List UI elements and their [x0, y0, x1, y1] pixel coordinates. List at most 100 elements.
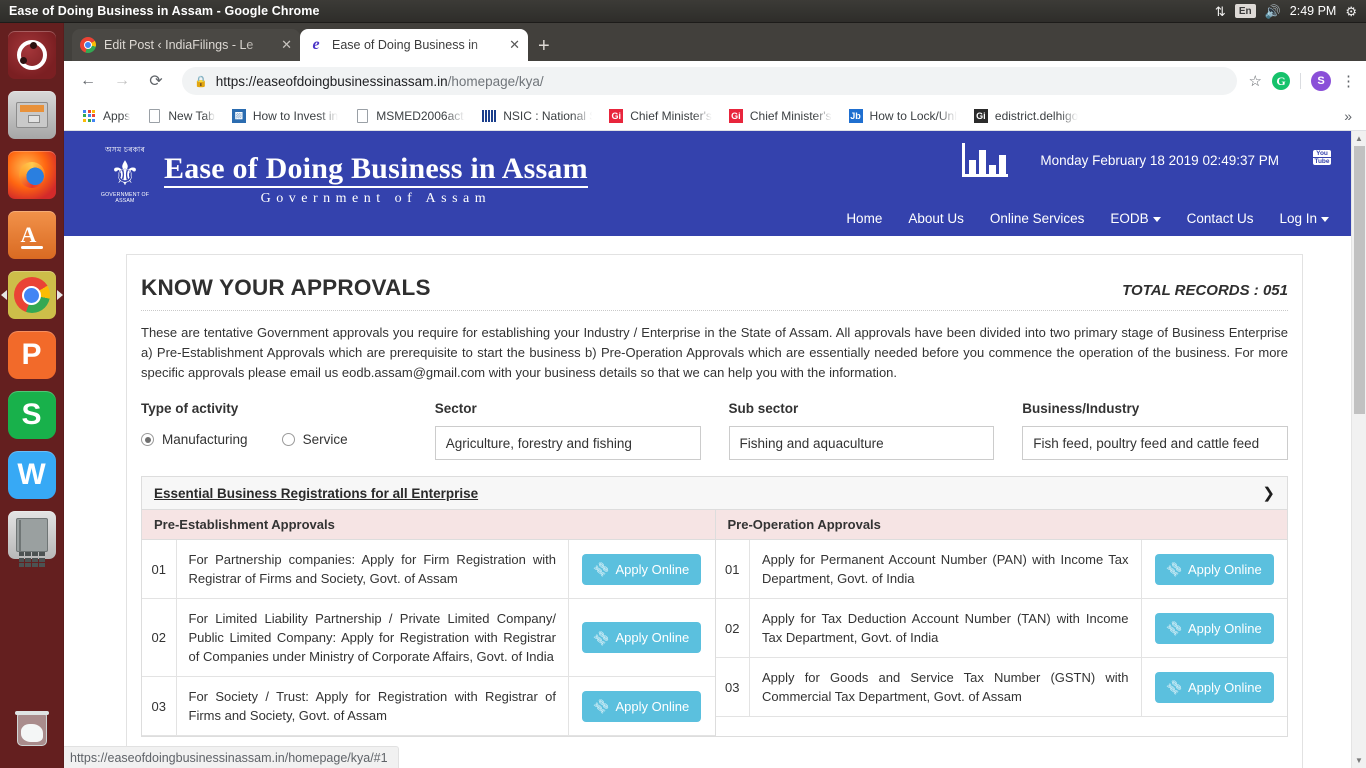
site-header: অসম চৰকাৰ ⚜ GOVERNMENT OF ASSAM Ease of …	[64, 131, 1351, 236]
ubuntu-launcher: A P S W	[0, 23, 64, 768]
table-row: 03 For Society / Trust: Apply for Regist…	[142, 677, 715, 736]
ubuntu-dash-icon[interactable]	[8, 31, 56, 79]
row-description: Apply for Permanent Account Number (PAN)…	[750, 540, 1142, 599]
bookmark-label: New Tab	[168, 109, 214, 123]
apply-online-button[interactable]: ⛓Apply Online	[582, 622, 701, 653]
subsector-select[interactable]: Fishing and aquaculture	[729, 426, 995, 460]
bookmark-new-tab[interactable]: New Tab	[139, 105, 221, 127]
kebab-menu-icon[interactable]: ⋮	[1341, 77, 1356, 86]
wps-writer-icon[interactable]: W	[8, 451, 56, 499]
bookmark-label: NSIC : National S	[503, 109, 592, 123]
apply-online-button[interactable]: ⛓Apply Online	[1155, 672, 1274, 703]
bookmark-chief-ministers-1[interactable]: Gi Chief Minister's	[601, 105, 719, 127]
chevron-down-icon[interactable]: ❯	[1262, 484, 1275, 502]
page-viewport: অসম চৰকাৰ ⚜ GOVERNMENT OF ASSAM Ease of …	[64, 131, 1366, 768]
trash-icon[interactable]	[8, 706, 56, 754]
bookmark-nsic[interactable]: NSIC : National S	[474, 105, 599, 127]
row-number: 02	[716, 599, 750, 658]
site-subtitle: Government of Assam	[164, 191, 588, 207]
nav-item-contact-us[interactable]: Contact Us	[1187, 211, 1254, 226]
forward-arrow-icon[interactable]: →	[108, 67, 136, 95]
browser-tab-eodb-assam[interactable]: e Ease of Doing Business in ✕	[300, 29, 528, 61]
bookmark-how-to-invest[interactable]: ▨ How to Invest in	[224, 105, 345, 127]
star-icon[interactable]: ☆	[1249, 72, 1262, 90]
pane-pre-establishment: Pre-Establishment Approvals 01 For Partn…	[142, 510, 715, 736]
main-navigation: Home About Us Online Services EODB Conta…	[846, 211, 1329, 226]
scroll-up-arrow-icon[interactable]: ▲	[1352, 131, 1366, 146]
scrollbar-thumb[interactable]	[1354, 146, 1365, 414]
filter-label: Type of activity	[141, 401, 407, 416]
address-bar[interactable]: 🔒 https://easeofdoingbusinessinassam.in/…	[182, 67, 1237, 95]
filter-subsector: Sub sector Fishing and aquaculture	[729, 401, 1023, 460]
back-arrow-icon[interactable]: ←	[74, 67, 102, 95]
row-description: For Partnership companies: Apply for Fir…	[176, 540, 569, 599]
bookmark-label: How to Lock/Unl	[870, 109, 957, 123]
gear-icon[interactable]: ⚙	[1345, 5, 1357, 18]
youtube-icon[interactable]: You Tube	[1313, 150, 1331, 170]
bookmark-how-to-lock[interactable]: Jb How to Lock/Unl	[841, 105, 964, 127]
row-number: 03	[142, 677, 176, 736]
industry-select[interactable]: Fish feed, poultry feed and cattle feed	[1022, 426, 1288, 460]
close-icon[interactable]: ✕	[509, 37, 520, 53]
wps-presentation-icon[interactable]: P	[8, 331, 56, 379]
activity-radio-group: Manufacturing Service	[141, 426, 407, 447]
sector-select[interactable]: Agriculture, forestry and fishing	[435, 426, 701, 460]
apply-online-button[interactable]: ⛓Apply Online	[582, 554, 701, 585]
toolbar-divider	[1300, 73, 1301, 89]
radio-manufacturing-label: Manufacturing	[162, 432, 248, 447]
filter-label: Sector	[435, 401, 701, 416]
avatar[interactable]: S	[1311, 71, 1331, 91]
row-description: Apply for Goods and Service Tax Number (…	[750, 658, 1142, 717]
apply-online-button[interactable]: ⛓Apply Online	[1155, 554, 1274, 585]
calculator-icon[interactable]	[8, 511, 56, 559]
close-icon[interactable]: ✕	[281, 37, 292, 53]
new-tab-button[interactable]: +	[538, 36, 550, 56]
network-icon[interactable]: ⇅	[1215, 5, 1226, 18]
apply-online-button[interactable]: ⛓Apply Online	[1155, 613, 1274, 644]
page-title: KNOW YOUR APPROVALS	[141, 275, 431, 301]
bar-chart-icon[interactable]	[962, 143, 1008, 177]
bookmark-msmed2006act[interactable]: MSMED2006act.	[347, 105, 472, 127]
keyboard-layout-indicator[interactable]: En	[1235, 4, 1256, 18]
bookmark-apps[interactable]: Apps	[74, 105, 137, 127]
nav-item-log-in[interactable]: Log In	[1279, 211, 1329, 226]
toolbar-right-actions: ☆ G S ⋮	[1243, 71, 1356, 91]
nav-item-online-services[interactable]: Online Services	[990, 211, 1085, 226]
wps-spreadsheets-icon[interactable]: S	[8, 391, 56, 439]
nav-item-home[interactable]: Home	[846, 211, 882, 226]
card-header: KNOW YOUR APPROVALS TOTAL RECORDS : 051	[141, 275, 1288, 311]
nav-item-about-us[interactable]: About Us	[908, 211, 964, 226]
apply-online-button[interactable]: ⛓Apply Online	[582, 691, 701, 722]
radio-manufacturing[interactable]	[141, 433, 154, 446]
row-description: For Limited Liability Partnership / Priv…	[176, 599, 569, 677]
scroll-down-arrow-icon[interactable]: ▼	[1352, 753, 1366, 768]
pane-heading: Pre-Establishment Approvals	[142, 510, 715, 540]
accordion-header[interactable]: Essential Business Registrations for all…	[142, 477, 1287, 510]
header-right: Monday February 18 2019 02:49:37 PM You …	[962, 143, 1331, 177]
bookmarks-overflow-button[interactable]: »	[1344, 108, 1356, 124]
table-row: 01 For Partnership companies: Apply for …	[142, 540, 715, 599]
amazon-icon[interactable]: A	[8, 211, 56, 259]
row-action: ⛓Apply Online	[1141, 540, 1287, 599]
grammarly-icon[interactable]: G	[1272, 72, 1290, 90]
firefox-icon[interactable]	[8, 151, 56, 199]
site-logo[interactable]: অসম চৰকাৰ ⚜ GOVERNMENT OF ASSAM Ease of …	[96, 145, 588, 207]
bookmark-label: edistrict.delhigo	[995, 109, 1078, 123]
nav-item-eodb[interactable]: EODB	[1110, 211, 1160, 226]
link-chain-icon: ⛓	[592, 559, 613, 580]
bookmark-edistrict[interactable]: Gi edistrict.delhigo	[966, 105, 1085, 127]
files-icon[interactable]	[8, 91, 56, 139]
unity-top-panel: Ease of Doing Business in Assam - Google…	[0, 0, 1366, 23]
page-scrollbar[interactable]: ▲ ▼	[1351, 131, 1366, 768]
radio-service-label: Service	[303, 432, 348, 447]
radio-service[interactable]	[282, 433, 295, 446]
reload-icon[interactable]: ⟳	[142, 67, 170, 95]
clock[interactable]: 2:49 PM	[1290, 4, 1337, 18]
bookmark-label: Chief Minister's	[750, 109, 832, 123]
row-number: 01	[142, 540, 176, 599]
google-chrome-icon[interactable]	[8, 271, 56, 319]
browser-tab-indiafilings[interactable]: Edit Post ‹ IndiaFilings - Le ✕	[72, 29, 300, 61]
volume-icon[interactable]: 🔊	[1265, 5, 1281, 18]
bookmark-chief-ministers-2[interactable]: Gi Chief Minister's	[721, 105, 839, 127]
youtube-bottom-text: Tube	[1313, 158, 1331, 165]
